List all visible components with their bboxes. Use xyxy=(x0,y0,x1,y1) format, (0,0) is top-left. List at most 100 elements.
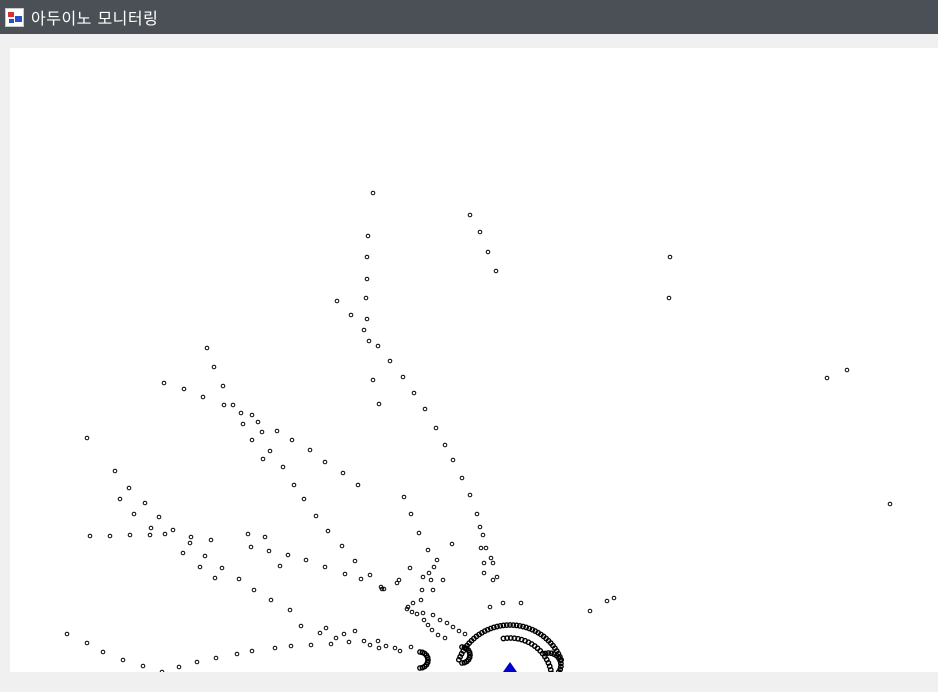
scan-point xyxy=(159,669,165,672)
scan-point xyxy=(268,597,274,603)
scan-plot xyxy=(64,190,893,672)
scan-point xyxy=(481,570,487,576)
scan-point xyxy=(240,421,246,427)
scan-point xyxy=(117,496,123,502)
sensor-origin-marker xyxy=(503,662,517,672)
scan-point xyxy=(100,649,106,655)
scan-point xyxy=(248,544,254,550)
scan-point xyxy=(187,540,193,546)
scan-point xyxy=(352,558,358,564)
scan-point xyxy=(142,500,148,506)
scan-point xyxy=(408,511,414,517)
scan-point xyxy=(212,575,218,581)
scan-point xyxy=(272,645,278,651)
scan-point xyxy=(449,541,455,547)
scan-point xyxy=(481,560,487,566)
scan-point xyxy=(365,233,371,239)
scan-point xyxy=(400,374,406,380)
scan-point xyxy=(487,604,493,610)
scan-point xyxy=(361,638,367,644)
window-titlebar[interactable]: 아두이노 모니터링 xyxy=(0,0,938,34)
scan-point xyxy=(364,316,370,322)
scan-point xyxy=(339,543,345,549)
scan-point xyxy=(274,428,280,434)
scan-point xyxy=(194,659,200,665)
scan-point xyxy=(251,587,257,593)
scan-point xyxy=(456,628,462,634)
scan-point xyxy=(548,670,554,672)
scan-point xyxy=(478,545,484,551)
scan-point xyxy=(421,617,427,623)
scan-point xyxy=(259,429,265,435)
scan-point xyxy=(397,648,403,654)
scan-point xyxy=(430,612,436,618)
monitoring-canvas[interactable] xyxy=(10,48,938,672)
scan-point xyxy=(426,570,432,576)
near-arc-left xyxy=(417,649,431,671)
scan-point xyxy=(323,625,329,631)
scan-point xyxy=(376,401,382,407)
scan-point xyxy=(334,298,340,304)
scan-point xyxy=(490,560,496,566)
scan-point xyxy=(289,437,295,443)
scan-point xyxy=(824,375,830,381)
scan-point xyxy=(313,513,319,519)
scan-point xyxy=(408,644,414,650)
scan-point xyxy=(156,514,162,520)
scan-point xyxy=(262,534,268,540)
scan-point xyxy=(437,617,443,623)
scan-point xyxy=(604,598,610,604)
scan-point xyxy=(667,254,673,260)
scan-point xyxy=(84,640,90,646)
scan-point xyxy=(518,600,524,606)
scan-point xyxy=(87,533,93,539)
scan-point xyxy=(303,557,309,563)
scan-point xyxy=(148,525,154,531)
scan-point xyxy=(120,657,126,663)
scan-point xyxy=(477,229,483,235)
scan-point xyxy=(394,580,400,586)
scan-point xyxy=(493,268,499,274)
scan-point xyxy=(433,425,439,431)
scan-point xyxy=(494,574,500,580)
scan-point xyxy=(245,531,251,537)
scan-point xyxy=(358,576,364,582)
scan-point xyxy=(434,557,440,563)
scan-point xyxy=(126,485,132,491)
scan-point xyxy=(202,553,208,559)
app-icon xyxy=(5,7,24,27)
scan-point xyxy=(131,511,137,517)
scan-point xyxy=(342,571,348,577)
scan-point xyxy=(364,254,370,260)
scan-point xyxy=(308,642,314,648)
scan-point xyxy=(844,367,850,373)
scan-point xyxy=(370,377,376,383)
scan-point xyxy=(352,628,358,634)
scan-point xyxy=(488,555,494,561)
scan-point xyxy=(220,383,226,389)
scan-point xyxy=(277,563,283,569)
scan-point xyxy=(409,609,415,615)
scan-point xyxy=(467,212,473,218)
scan-point xyxy=(287,607,293,613)
scan-point xyxy=(370,190,376,196)
scan-point xyxy=(363,295,369,301)
scan-point xyxy=(211,364,217,370)
scan-point xyxy=(161,380,167,386)
scan-point xyxy=(435,632,441,638)
scan-point xyxy=(317,630,323,636)
scan-point xyxy=(387,358,393,364)
scan-point xyxy=(255,419,261,425)
scan-point xyxy=(410,600,416,606)
scan-point xyxy=(84,435,90,441)
scan-point xyxy=(430,587,436,593)
scan-point xyxy=(188,534,194,540)
scan-point xyxy=(249,648,255,654)
scan-point xyxy=(322,459,328,465)
scan-point xyxy=(325,528,331,534)
scan-point xyxy=(459,475,465,481)
scan-point xyxy=(285,552,291,558)
scan-point xyxy=(170,527,176,533)
scan-point xyxy=(474,511,480,517)
scan-point xyxy=(467,492,473,498)
